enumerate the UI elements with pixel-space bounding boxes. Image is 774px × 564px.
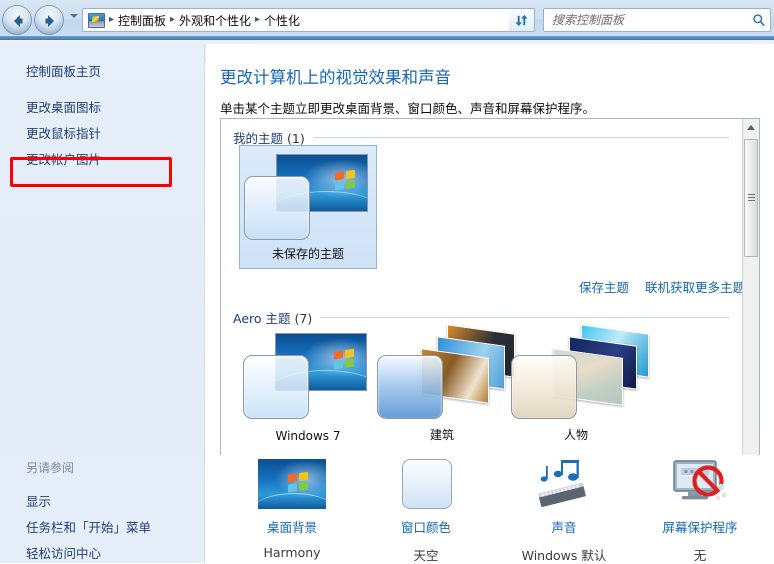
theme-tile-characters[interactable]: 人物 [507, 324, 649, 449]
theme-thumbnail-windows7 [239, 329, 377, 423]
sidebar-item-ease-of-access-center[interactable]: 轻松访问中心 [26, 543, 101, 562]
save-theme-link[interactable]: 保存主题 [579, 277, 629, 296]
group-rule [320, 317, 729, 318]
screensaver-item[interactable]: 屏幕保护程序 无 [632, 455, 768, 563]
item-label[interactable]: 桌面背景 [224, 517, 360, 536]
theme-label: 人物 [563, 428, 588, 442]
personalization-monitor-icon [88, 12, 105, 28]
windows-flag-icon [288, 471, 310, 494]
theme-label: Windows 7 [275, 429, 341, 443]
theme-label: 未保存的主题 [271, 247, 344, 261]
window-color-icon [358, 455, 494, 517]
sidebar-item-control-panel-home[interactable]: 控制面板主页 [26, 61, 101, 80]
window-glass-preview [377, 355, 443, 419]
back-button[interactable] [2, 5, 32, 35]
sidebar-item-change-mouse-pointers[interactable]: 更改鼠标指针 [26, 123, 101, 142]
refresh-button[interactable] [509, 8, 535, 32]
forward-arrow-icon [45, 15, 54, 27]
search-box[interactable] [543, 8, 771, 32]
theme-label: 建筑 [429, 428, 454, 442]
sound-item[interactable]: 声音 Windows 默认 [496, 455, 632, 563]
see-also-title: 另请参阅 [26, 461, 75, 475]
window-glass-preview [243, 355, 309, 419]
theme-actions-row: 保存主题 联机获取更多主题 [221, 277, 759, 295]
window-glass-preview [244, 176, 310, 240]
get-more-themes-online-link[interactable]: 联机获取更多主题 [645, 277, 745, 296]
breadcrumb-separator-0: ▸ [108, 14, 115, 25]
navigation-buttons [2, 5, 68, 35]
search-input[interactable] [550, 9, 748, 31]
scroll-up-icon[interactable] [743, 119, 759, 136]
theme-tile-unsaved[interactable]: 未保存的主题 [239, 145, 377, 269]
window-color-item[interactable]: 窗口颜色 天空 [358, 455, 494, 563]
item-label[interactable]: 窗口颜色 [358, 517, 494, 536]
item-value: Windows 默认 [521, 548, 607, 563]
search-icon [748, 13, 770, 27]
item-label[interactable]: 屏幕保护程序 [632, 517, 768, 536]
page-subtitle: 单击某个主题立即更改桌面背景、窗口颜色、声音和屏幕保护程序。 [220, 101, 596, 116]
theme-thumbnail-characters [507, 324, 649, 423]
breadcrumb-item-0[interactable]: 控制面板 [116, 12, 168, 29]
windows-flag-icon [334, 348, 356, 371]
theme-list-panel[interactable]: 我的主题 (1) 未保存的主题 保存主题 联机获取更多主题 Aero 主题 (7… [220, 118, 760, 493]
scrollbar-thumb[interactable] [744, 139, 758, 257]
group-rule [312, 137, 729, 138]
breadcrumb-separator-2: ▸ [255, 14, 261, 25]
item-label[interactable]: 声音 [496, 517, 632, 536]
screensaver-icon [632, 455, 768, 517]
theme-settings-bar: 桌面背景 Harmony 窗口颜色 天空 声音 Windows 默认 屏幕保护程… [206, 455, 774, 563]
desktop-background-item[interactable]: 桌面背景 Harmony [224, 455, 360, 563]
sidebar-item-taskbar-start-menu[interactable]: 任务栏和「开始」菜单 [26, 517, 151, 536]
theme-tile-architecture[interactable]: 建筑 [373, 324, 515, 449]
sidebar-item-display[interactable]: 显示 [26, 491, 51, 510]
window-toolbar: ▸ 控制面板 ▸ 外观和个性化 ▸ 个性化 [0, 0, 774, 40]
vertical-scrollbar[interactable] [742, 119, 759, 492]
sidebar: 控制面板主页 更改桌面图标 更改鼠标指针 更改帐户图片 另请参阅 显示 任务栏和… [0, 44, 205, 563]
breadcrumb-item-1[interactable]: 外观和个性化 [177, 12, 253, 29]
desktop-background-icon [224, 455, 360, 517]
page-title: 更改计算机上的视觉效果和声音 [220, 68, 451, 87]
theme-tile-windows7[interactable]: Windows 7 [239, 325, 377, 449]
item-value: Harmony [263, 545, 321, 560]
personalization-window: ▸ 控制面板 ▸ 外观和个性化 ▸ 个性化 ? [0, 0, 774, 563]
sound-icon [496, 455, 632, 517]
theme-thumbnail-architecture [373, 324, 515, 423]
window-glass-preview [511, 355, 577, 419]
item-value: 无 [693, 548, 707, 563]
refresh-icon [515, 14, 528, 26]
forward-button[interactable] [34, 5, 64, 35]
breadcrumb-separator-1: ▸ [170, 14, 176, 25]
breadcrumb[interactable]: ▸ 控制面板 ▸ 外观和个性化 ▸ 个性化 [82, 8, 534, 32]
breadcrumb-item-2[interactable]: 个性化 [262, 12, 302, 29]
theme-thumbnail-windows7 [240, 150, 378, 244]
windows-flag-icon [335, 169, 357, 192]
back-arrow-icon [14, 15, 23, 27]
item-value: 天空 [413, 548, 439, 563]
sidebar-item-change-account-picture[interactable]: 更改帐户图片 [26, 149, 101, 168]
sidebar-item-change-desktop-icons[interactable]: 更改桌面图标 [26, 97, 101, 116]
recent-pages-dropdown[interactable] [70, 14, 78, 18]
scrollbar-grip [748, 194, 755, 202]
